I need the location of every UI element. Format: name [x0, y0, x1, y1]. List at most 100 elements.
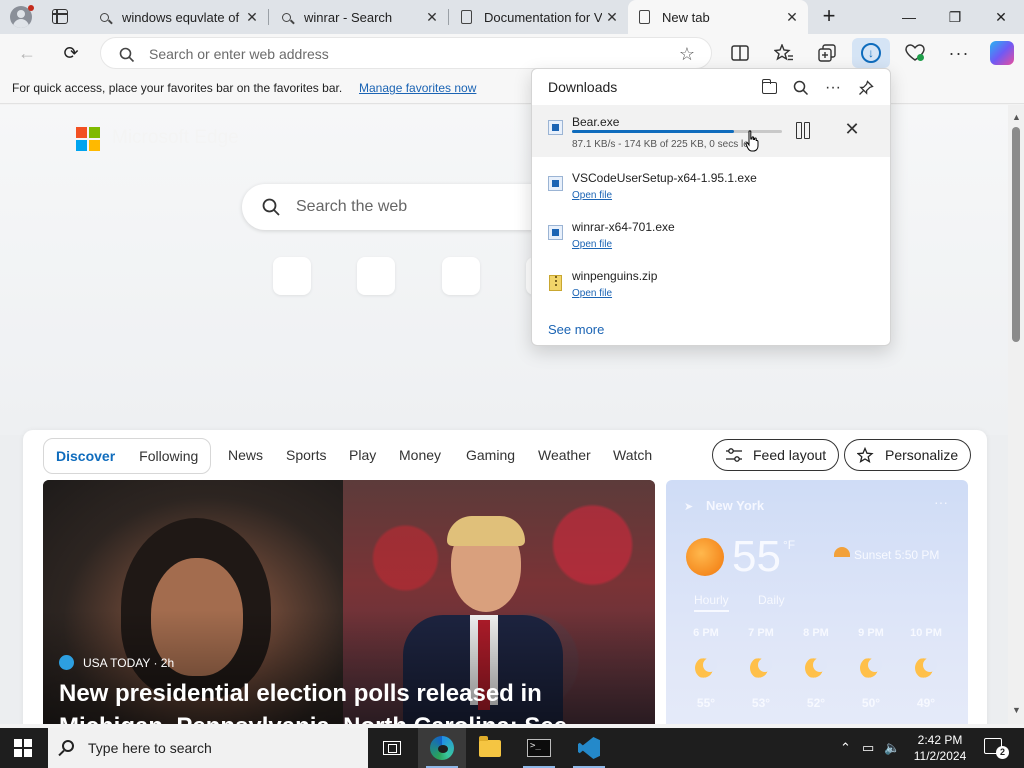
- close-window-button[interactable]: ✕: [978, 0, 1024, 34]
- downloads-more-options-icon[interactable]: ···: [822, 77, 844, 99]
- news-headline[interactable]: New presidential election polls released…: [59, 677, 649, 724]
- back-button[interactable]: ←: [12, 38, 42, 68]
- tab-following[interactable]: Following: [127, 448, 210, 464]
- collections-icon[interactable]: [814, 41, 840, 65]
- tab-new-tab[interactable]: New tab ✕: [628, 0, 808, 34]
- windows-start-icon[interactable]: [14, 739, 32, 757]
- scroll-up-arrow-icon[interactable]: ▲: [1012, 112, 1021, 122]
- browser-toolbar: ← ⟳ ☆ ↓ ···: [0, 34, 1024, 72]
- moon-icon: [805, 657, 827, 679]
- tab-title: Documentation for Vi: [484, 9, 602, 25]
- pin-icon[interactable]: [855, 77, 877, 99]
- tab-winrar-search[interactable]: winrar - Search ✕: [270, 0, 448, 34]
- web-search-input[interactable]: [296, 197, 556, 217]
- tab-close-icon[interactable]: ✕: [602, 7, 622, 27]
- address-input[interactable]: [149, 44, 669, 64]
- news-feed: Discover Following News Sports Play Mone…: [23, 430, 987, 724]
- feed-nav-weather[interactable]: Weather: [538, 447, 591, 463]
- quick-link-tile[interactable]: [273, 257, 311, 295]
- news-source: USA TODAY · 2h: [83, 656, 175, 670]
- settings-more-icon[interactable]: ···: [946, 41, 972, 65]
- copilot-icon[interactable]: [990, 41, 1014, 65]
- document-icon: [458, 9, 474, 25]
- web-search-box[interactable]: [242, 184, 572, 230]
- address-bar[interactable]: ☆: [100, 37, 712, 69]
- personalize-button[interactable]: Personalize: [844, 439, 972, 471]
- download-filename: winrar-x64-701.exe: [572, 220, 675, 234]
- cancel-download-icon[interactable]: ✕: [841, 118, 863, 140]
- tab-windows-search[interactable]: windows equvlate of b ✕: [88, 0, 268, 34]
- tab-divider: [268, 9, 269, 25]
- quick-link-tile[interactable]: [357, 257, 395, 295]
- download-item-vscode[interactable]: VSCodeUserSetup-x64-1.95.1.exe Open file: [532, 161, 890, 213]
- show-hidden-icons-chevron-icon[interactable]: ⌃: [840, 740, 851, 756]
- taskbar-command-prompt-button[interactable]: [515, 728, 563, 768]
- quick-link-tile[interactable]: [442, 257, 480, 295]
- restore-button[interactable]: ❐: [932, 0, 978, 34]
- feed-nav-news[interactable]: News: [228, 447, 263, 463]
- tab-close-icon[interactable]: ✕: [782, 7, 802, 27]
- tab-documentation[interactable]: Documentation for Vi ✕: [450, 0, 628, 34]
- tab-close-icon[interactable]: ✕: [242, 7, 262, 27]
- scroll-thumb[interactable]: [1012, 127, 1020, 342]
- favorites-icon[interactable]: [771, 41, 797, 65]
- new-tab-button[interactable]: +: [817, 5, 841, 29]
- taskbar-edge-button[interactable]: [418, 728, 466, 768]
- feed-nav-watch[interactable]: Watch: [613, 447, 652, 463]
- feed-nav-sports[interactable]: Sports: [286, 447, 326, 463]
- downloads-flyout: Downloads ··· Bear.exe 87.1 KB/s - 174 K…: [531, 68, 891, 346]
- usa-today-logo-icon: [59, 655, 74, 670]
- weather-card[interactable]: ➤ New York ··· 55 °F Sunset 5:50 PM Hour…: [666, 480, 968, 724]
- moon-icon: [750, 657, 772, 679]
- vertical-scrollbar[interactable]: ▲ ▼: [1008, 105, 1024, 724]
- split-screen-icon[interactable]: [727, 41, 753, 65]
- hero-news-card[interactable]: USA TODAY · 2h New presidential election…: [43, 480, 655, 724]
- open-downloads-folder-icon[interactable]: [758, 77, 780, 99]
- system-clock[interactable]: 2:42 PM 11/2/2024: [908, 732, 972, 764]
- taskbar-file-explorer-button[interactable]: [466, 728, 514, 768]
- weather-tab-daily[interactable]: Daily: [758, 593, 785, 607]
- weather-location[interactable]: New York: [706, 498, 764, 513]
- download-status: 87.1 KB/s - 174 KB of 225 KB, 0 secs lef…: [572, 139, 755, 150]
- feed-tab-group: Discover Following: [43, 438, 212, 474]
- download-item-winrar[interactable]: winrar-x64-701.exe Open file: [532, 210, 890, 262]
- weather-tab-hourly[interactable]: Hourly: [694, 593, 729, 612]
- download-icon: ↓: [861, 43, 881, 63]
- open-file-link[interactable]: Open file: [572, 288, 612, 299]
- download-item-bear[interactable]: Bear.exe 87.1 KB/s - 174 KB of 225 KB, 0…: [532, 105, 890, 157]
- minimize-button[interactable]: —: [886, 0, 932, 34]
- weather-hour-temp: 49°: [916, 696, 936, 710]
- tab-close-icon[interactable]: ✕: [422, 7, 442, 27]
- downloads-button[interactable]: ↓: [852, 38, 890, 68]
- taskbar-vscode-button[interactable]: [565, 728, 613, 768]
- favorite-star-icon[interactable]: ☆: [679, 44, 695, 65]
- manage-favorites-link[interactable]: Manage favorites now: [359, 81, 476, 95]
- task-view-button[interactable]: [368, 728, 416, 768]
- taskbar-search-box[interactable]: Type here to search: [48, 728, 368, 768]
- network-icon[interactable]: ▭: [862, 740, 874, 756]
- feed-nav-money[interactable]: Money: [399, 447, 441, 463]
- refresh-button[interactable]: ⟳: [56, 38, 86, 68]
- weather-more-icon[interactable]: ···: [934, 494, 948, 510]
- feed-nav-gaming[interactable]: Gaming: [466, 447, 515, 463]
- feed-nav-play[interactable]: Play: [349, 447, 376, 463]
- open-file-link[interactable]: Open file: [572, 239, 612, 250]
- scroll-down-arrow-icon[interactable]: ▼: [1012, 705, 1021, 715]
- see-more-link[interactable]: See more: [548, 322, 604, 337]
- weather-hour: 6 PM: [693, 627, 719, 639]
- browser-essentials-icon[interactable]: [902, 41, 928, 65]
- tab-actions-icon[interactable]: [52, 9, 68, 24]
- download-item-winpenguins[interactable]: winpenguins.zip Open file: [532, 259, 890, 311]
- tab-discover[interactable]: Discover: [44, 448, 127, 464]
- volume-muted-icon[interactable]: 🔈: [884, 740, 900, 756]
- open-file-link[interactable]: Open file: [572, 190, 612, 201]
- weather-hour: 9 PM: [858, 627, 884, 639]
- moon-icon: [860, 657, 882, 679]
- search-downloads-icon[interactable]: [790, 77, 812, 99]
- hand-cursor-icon: [745, 130, 759, 152]
- pause-download-icon[interactable]: [793, 120, 813, 140]
- tab-title: windows equvlate of b: [122, 9, 242, 25]
- feed-layout-button[interactable]: Feed layout: [712, 439, 840, 471]
- search-icon: [96, 9, 112, 25]
- exe-file-icon: [548, 176, 563, 191]
